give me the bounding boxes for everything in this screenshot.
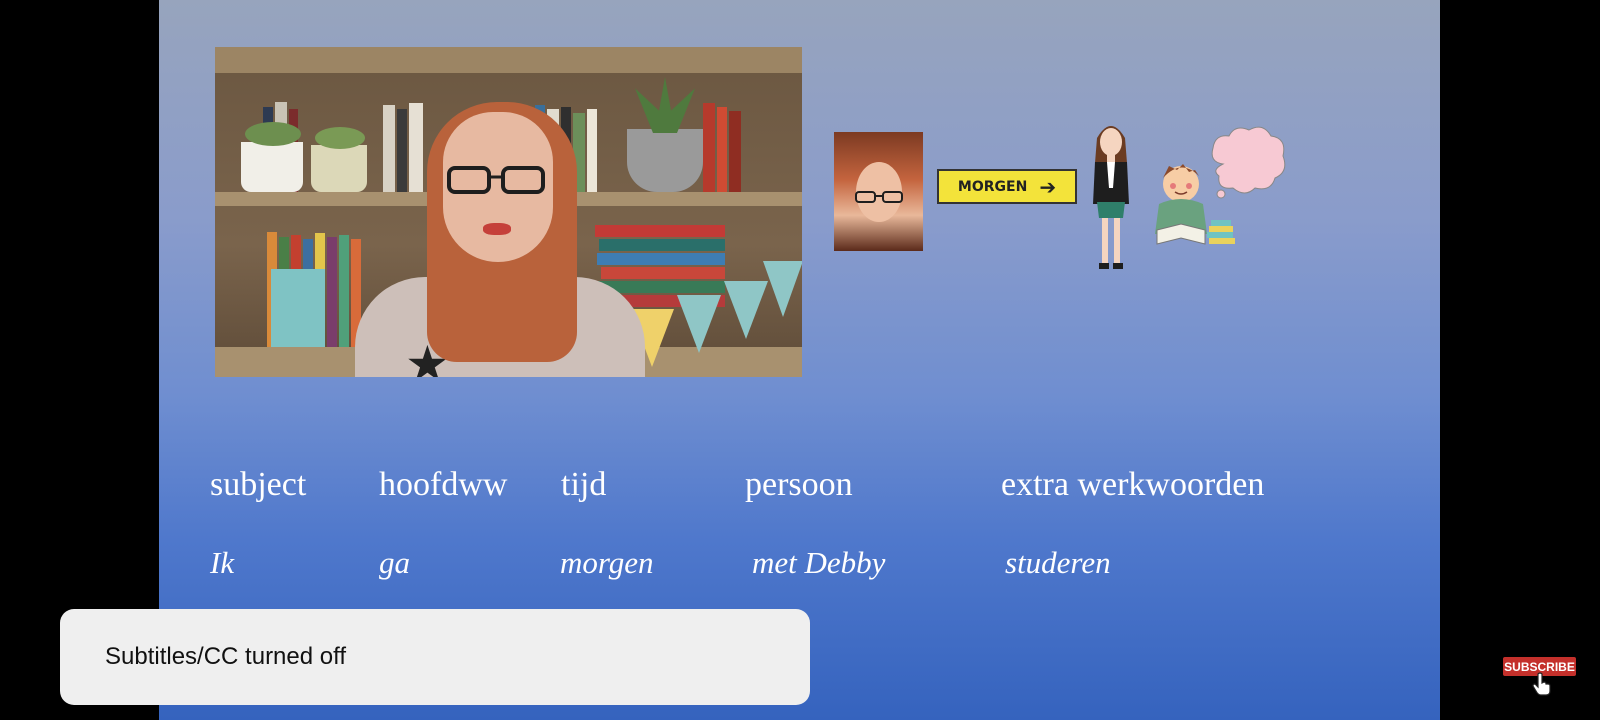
toast-message: Subtitles/CC turned off — [105, 643, 347, 670]
header-hoofdww: hoofdww — [379, 466, 508, 503]
value-hoofdww: ga — [379, 545, 410, 580]
plant-pot — [311, 145, 367, 192]
value-subject: Ik — [210, 545, 235, 580]
glasses-icon — [855, 191, 903, 203]
bunting-flag — [763, 261, 802, 317]
book — [327, 237, 337, 347]
thought-bubble-icon — [1211, 126, 1286, 199]
subtitles-toast: Subtitles/CC turned off — [60, 609, 810, 705]
shelf-top — [215, 47, 802, 73]
woman-illustration — [1093, 126, 1129, 269]
plant-pot — [627, 129, 703, 192]
book — [383, 105, 395, 192]
sign-text: MORGEN — [957, 178, 1028, 195]
book — [717, 107, 727, 192]
book — [729, 111, 741, 192]
book — [587, 109, 597, 192]
header-extra-werkwoorden: extra werkwoorden — [1001, 466, 1265, 503]
book — [339, 235, 349, 347]
presenter-mouth — [483, 223, 511, 235]
header-subject: subject — [210, 466, 307, 503]
plant-pot — [241, 142, 303, 192]
arrow-right-icon: ➔ — [1039, 174, 1057, 199]
header-persoon: persoon — [745, 466, 853, 503]
book-stack — [601, 267, 725, 279]
bunting-flag — [724, 281, 768, 339]
morgen-sign: MORGEN ➔ — [937, 169, 1077, 204]
book — [397, 109, 407, 192]
book-stack — [597, 253, 725, 265]
header-tijd: tijd — [561, 466, 607, 503]
decor-card — [271, 269, 325, 347]
plant — [245, 122, 301, 146]
plant — [315, 127, 365, 149]
book — [703, 103, 715, 192]
presenter-webcam: ★ ★ — [215, 47, 802, 377]
debby-photo — [834, 132, 923, 251]
bunting-flag — [677, 295, 721, 353]
book-stack — [599, 239, 725, 251]
value-extra-werkwoorden: studeren — [1005, 545, 1111, 580]
book-stack — [595, 225, 725, 237]
value-persoon: met Debby — [752, 545, 886, 580]
glasses-icon — [447, 166, 545, 194]
book — [409, 103, 423, 192]
hand-pointer-icon — [1532, 672, 1551, 696]
value-tijd: morgen — [560, 545, 654, 580]
